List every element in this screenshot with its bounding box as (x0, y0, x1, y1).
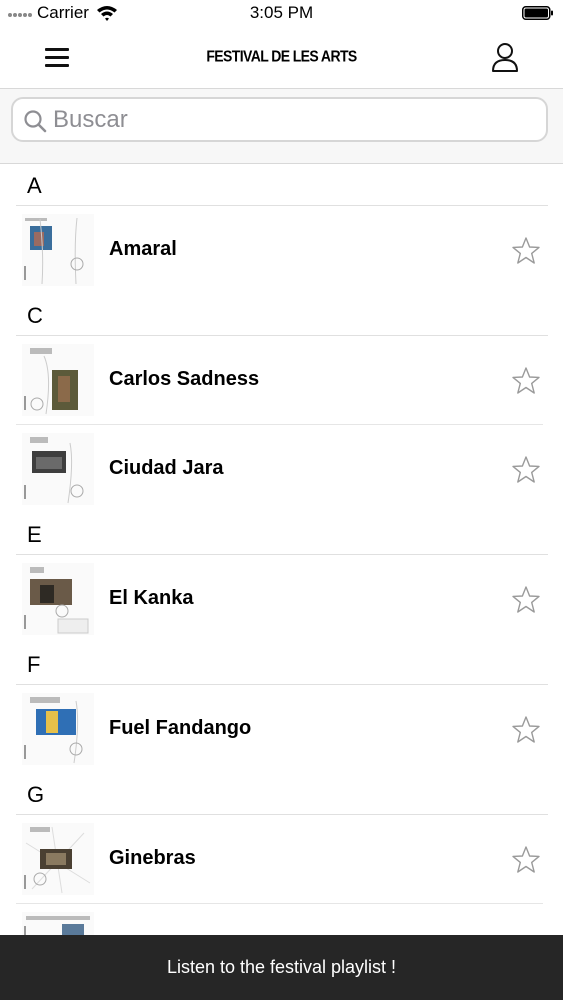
artist-row-ciudad-jara[interactable]: Ciudad Jara (16, 425, 543, 513)
section-header-a: A (16, 164, 548, 206)
artist-poster-thumbnail (22, 433, 94, 505)
section-header-g: G (16, 773, 548, 815)
battery-icon (522, 6, 553, 20)
section-letter: F (27, 652, 41, 677)
artist-name: Carlos Sadness (109, 368, 260, 390)
playlist-banner-button[interactable]: Listen to the festival playlist ! (0, 935, 563, 1000)
section-header-e: E (16, 513, 548, 555)
artist-row-fuel-fandango[interactable]: Fuel Fandango (16, 685, 543, 773)
section-letter: E (27, 522, 42, 547)
navigation-bar: FESTIVAL DE LES ARTS (0, 28, 563, 89)
favorite-star-icon[interactable] (511, 715, 541, 745)
favorite-star-icon[interactable] (511, 455, 541, 485)
search-icon (24, 110, 47, 133)
section-letter: C (27, 303, 43, 328)
section-letter: A (27, 173, 42, 198)
artist-name: Ciudad Jara (109, 457, 224, 479)
artist-row-el-kanka[interactable]: El Kanka (16, 555, 543, 643)
search-input[interactable] (53, 105, 533, 135)
artist-name: Fuel Fandango (109, 717, 252, 739)
app-logo-title: FESTIVAL DE LES ARTS (206, 46, 357, 66)
artist-list: A Amaral C Carlos Sadness Ciudad Jara E … (0, 164, 563, 944)
favorite-star-icon[interactable] (511, 845, 541, 875)
artist-poster-thumbnail (22, 214, 94, 286)
artist-row-ginebras[interactable]: Ginebras (16, 815, 543, 904)
artist-name: El Kanka (109, 587, 194, 609)
search-box[interactable] (11, 97, 548, 142)
playlist-banner-label: Listen to the festival playlist ! (166, 957, 397, 977)
favorite-star-icon[interactable] (511, 366, 541, 396)
artist-poster-thumbnail (22, 344, 94, 416)
user-profile-icon[interactable] (488, 40, 522, 74)
section-header-c: C (16, 294, 548, 336)
artist-name: Ginebras (109, 847, 196, 869)
status-bar: Carrier 3:05 PM (0, 0, 563, 28)
favorite-star-icon[interactable] (511, 236, 541, 266)
artist-poster-thumbnail (22, 693, 94, 765)
favorite-star-icon[interactable] (511, 585, 541, 615)
artist-row-carlos-sadness[interactable]: Carlos Sadness (16, 336, 543, 425)
section-header-f: F (16, 643, 548, 685)
status-time: 3:05 PM (249, 3, 314, 22)
search-bar-container (0, 89, 563, 164)
artist-name: Amaral (109, 238, 177, 260)
artist-poster-thumbnail (22, 563, 94, 635)
section-letter: G (27, 782, 45, 807)
artist-poster-thumbnail (22, 823, 94, 895)
artist-row-amaral[interactable]: Amaral (16, 206, 543, 294)
